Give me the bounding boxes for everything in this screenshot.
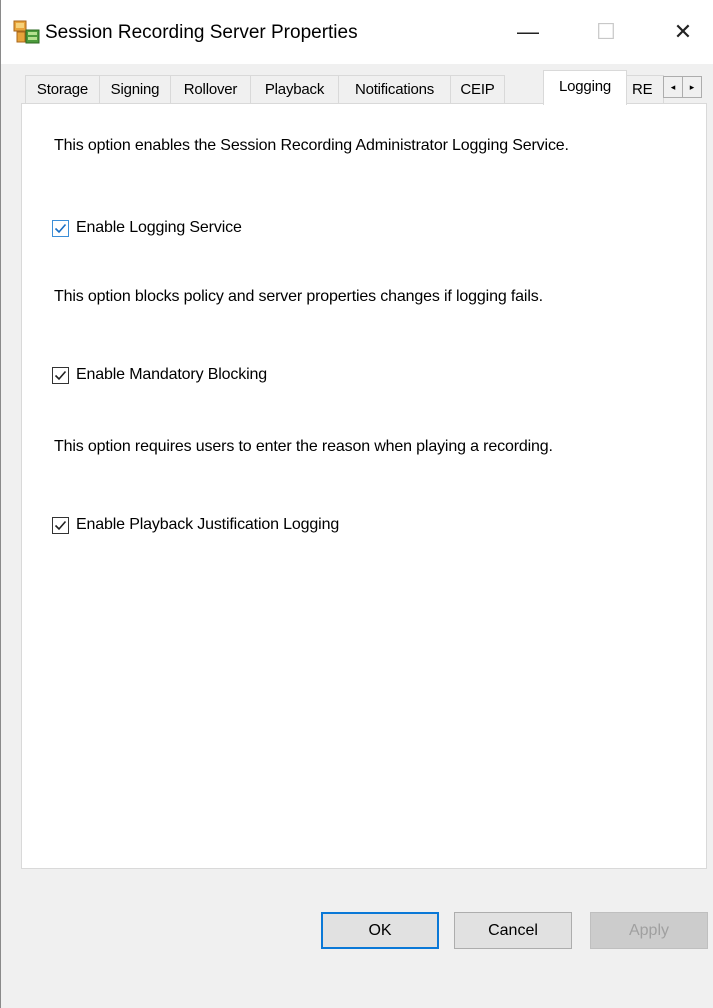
maximize-button[interactable]: ☐ <box>572 0 640 64</box>
minimize-button[interactable]: — <box>494 0 562 64</box>
enable-mandatory-blocking-checkbox[interactable]: Enable Mandatory Blocking <box>52 366 267 384</box>
tab-re[interactable]: RE <box>626 75 664 103</box>
logging-service-description: This option enables the Session Recordin… <box>54 137 569 154</box>
tab-logging[interactable]: Logging <box>543 70 627 105</box>
checkbox-box[interactable] <box>52 366 69 384</box>
tab-notifications[interactable]: Notifications <box>338 75 451 103</box>
checkbox-box[interactable] <box>52 516 69 534</box>
tab-signing[interactable]: Signing <box>99 75 171 103</box>
app-icon <box>13 20 40 44</box>
checkbox-box[interactable] <box>52 219 69 237</box>
enable-playback-justification-checkbox[interactable]: Enable Playback Justification Logging <box>52 516 339 534</box>
ok-button[interactable]: OK <box>321 912 439 949</box>
enable-playback-justification-label: Enable Playback Justification Logging <box>76 516 340 533</box>
title-bar: Session Recording Server Properties — ☐ … <box>1 0 713 64</box>
properties-dialog: Session Recording Server Properties — ☐ … <box>0 0 713 1008</box>
tab-ceip[interactable]: CEIP <box>450 75 505 103</box>
tab-scroll-right-button[interactable]: ▸ <box>682 76 702 98</box>
enable-logging-service-label: Enable Logging Service <box>76 219 242 236</box>
apply-button[interactable]: Apply <box>590 912 708 949</box>
tab-rollover[interactable]: Rollover <box>170 75 251 103</box>
cancel-button[interactable]: Cancel <box>454 912 572 949</box>
enable-mandatory-blocking-label: Enable Mandatory Blocking <box>76 366 268 383</box>
mandatory-blocking-description: This option blocks policy and server pro… <box>54 288 543 305</box>
playback-justification-description: This option requires users to enter the … <box>54 438 553 455</box>
checkmark-icon <box>54 520 67 530</box>
checkmark-icon <box>54 370 67 380</box>
logging-tab-page: This option enables the Session Recordin… <box>21 103 707 869</box>
tab-strip: Storage Signing Rollover Playback Notifi… <box>25 70 713 105</box>
chevron-left-icon: ◂ <box>670 81 676 92</box>
enable-logging-service-checkbox[interactable]: Enable Logging Service <box>52 219 242 237</box>
checkmark-icon <box>54 223 67 233</box>
window-title: Session Recording Server Properties <box>45 22 358 43</box>
tab-scroll-left-button[interactable]: ◂ <box>663 76 683 98</box>
chevron-right-icon: ▸ <box>689 81 695 92</box>
close-button[interactable]: ✕ <box>649 0 713 64</box>
tab-storage[interactable]: Storage <box>25 75 100 103</box>
tab-playback[interactable]: Playback <box>250 75 339 103</box>
